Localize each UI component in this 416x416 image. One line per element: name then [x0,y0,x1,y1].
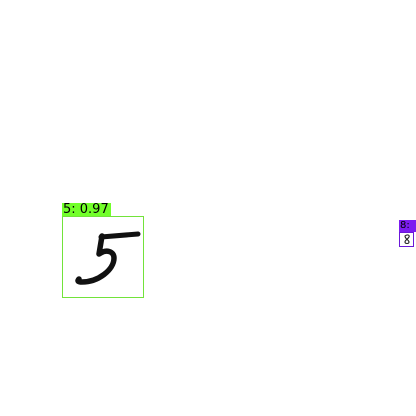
handwritten-digit-8-icon [404,234,410,245]
detection-label-digit-8: 8: [399,220,416,232]
handwritten-digit-5-icon [75,231,141,285]
detection-label-digit-5: 5: 0.97 [62,202,111,217]
